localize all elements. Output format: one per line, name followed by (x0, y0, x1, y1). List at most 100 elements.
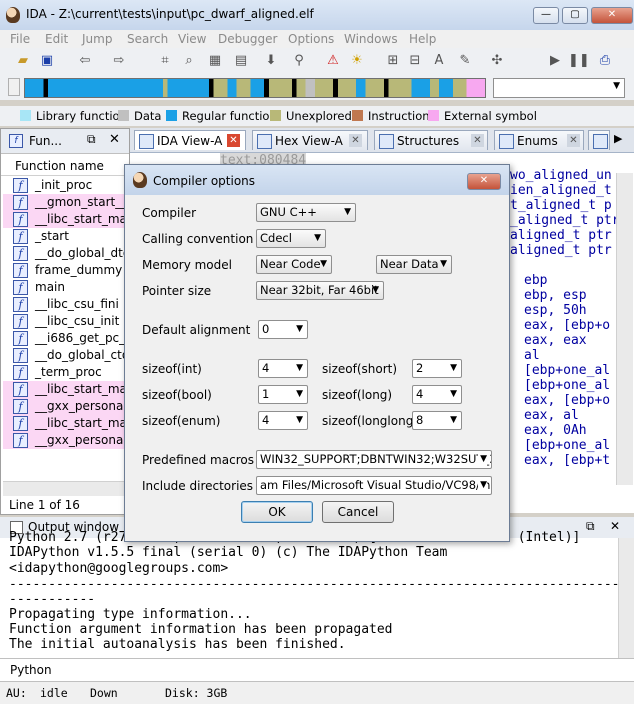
output-close-icon[interactable]: ✕ (610, 519, 620, 533)
function-row[interactable]: f _init_proc (3, 177, 127, 194)
down-arrow-icon[interactable]: ⬇ (262, 52, 280, 70)
default-alignment-select[interactable]: 0 ▼ (258, 320, 308, 339)
tab-more[interactable] (588, 130, 610, 150)
chevron-down-icon: ▼ (296, 389, 303, 399)
compiler-select[interactable]: GNU C++ ▼ (256, 203, 356, 222)
menu-debugger[interactable]: Debugger (218, 32, 277, 46)
menu-search[interactable]: Search (127, 32, 168, 46)
function-row[interactable]: f __gmon_start__ (3, 194, 127, 211)
function-row[interactable]: f__gxx_personality (3, 398, 129, 415)
menu-jump[interactable]: Jump (82, 32, 112, 46)
menu-help[interactable]: Help (409, 32, 436, 46)
function-row[interactable]: f __libc_start_main (3, 415, 129, 432)
plugin-icon[interactable]: ✣ (488, 52, 506, 70)
back-icon[interactable]: ⇦ (76, 52, 94, 70)
open-icon[interactable]: ▰ (14, 52, 32, 70)
panel-close-icon[interactable]: ✕ (109, 132, 120, 147)
tab-close-icon[interactable]: ✕ (227, 134, 240, 147)
chevron-down-icon: ▼ (296, 415, 303, 425)
status-bar: AU: idle Down Disk: 3GB (0, 681, 634, 704)
menu-edit[interactable]: Edit (45, 32, 68, 46)
debugger-icon[interactable]: ⎙ (596, 52, 614, 70)
status-au-label: AU: (6, 686, 27, 700)
structures-icon (379, 134, 394, 149)
tab-hex-view-a[interactable]: Hex View-A ✕ (252, 130, 368, 150)
save-icon[interactable]: ▣ (38, 52, 56, 70)
sizeof-longlong-label: sizeof(longlong) (322, 414, 418, 428)
pointer-size-select[interactable]: Near 32bit, Far 46bit ▼ (256, 281, 384, 300)
hex-icon[interactable]: ⊟ (406, 52, 424, 70)
sizeof-long-select[interactable]: 4 ▼ (412, 385, 462, 404)
function-row[interactable]: f __libc_start_main (3, 381, 129, 398)
sizeof-int-select[interactable]: 4 ▼ (258, 359, 308, 378)
navigation-band[interactable] (24, 78, 486, 98)
play-icon[interactable]: ▶ (546, 52, 564, 70)
cancel-button[interactable]: Cancel (322, 501, 394, 523)
function-row[interactable]: f__i686_get_pc_thunk (3, 330, 129, 347)
lightbulb-icon[interactable]: ☀ (348, 52, 366, 70)
tab-structures[interactable]: Structures ✕ (374, 130, 488, 150)
struct-icon[interactable]: ⊞ (384, 52, 402, 70)
tab-close-icon[interactable]: ✕ (567, 134, 580, 147)
pause-icon[interactable]: ❚❚ (568, 52, 590, 70)
tab-ida-view-a[interactable]: IDA View-A ✕ (134, 130, 246, 150)
text-search-icon[interactable]: ▤ (232, 52, 250, 70)
output-vscrollbar[interactable] (618, 538, 634, 658)
output-float-icon[interactable]: ⧉ (586, 519, 595, 534)
function-row[interactable]: f __libc_start_main (3, 211, 129, 228)
function-row[interactable]: f main (3, 279, 127, 296)
ok-button[interactable]: OK (241, 501, 313, 523)
function-row[interactable]: f __libc_csu_fini (3, 296, 127, 313)
menu-options[interactable]: Options (288, 32, 334, 46)
function-row[interactable]: f__gxx_personality (3, 432, 129, 449)
function-row[interactable]: f frame_dummy (3, 262, 127, 279)
legend-external-symbol: External symbol (444, 109, 537, 123)
maximize-button[interactable]: ▢ (562, 7, 588, 24)
sizeof-long-label: sizeof(long) (322, 388, 393, 402)
menu-view[interactable]: View (178, 32, 206, 46)
output-window-text[interactable]: Python 2.7 (r27:82525, Jul 4 2010, 09:01… (0, 530, 627, 658)
warning-icon[interactable]: ⚠ (324, 52, 342, 70)
forward-icon[interactable]: ⇨ (110, 52, 128, 70)
nav-left-arrow-icon[interactable] (8, 78, 20, 96)
search-icon[interactable]: ⌕ (180, 52, 198, 70)
title-bar: IDA - Z:\current\tests\input\pc_dwarf_al… (0, 0, 634, 31)
function-row[interactable]: f__do_global_dtors (3, 245, 129, 262)
graph-icon[interactable]: ⚲ (290, 52, 308, 70)
float-icon[interactable]: ⧉ (87, 132, 96, 147)
close-button[interactable]: ✕ (591, 7, 633, 24)
sizeof-short-select[interactable]: 2 ▼ (412, 359, 462, 378)
ida-view-vscrollbar[interactable] (616, 173, 633, 485)
function-row[interactable]: f__do_global_ctors (3, 347, 129, 364)
tab-enums[interactable]: Enums ✕ (494, 130, 584, 150)
script-icon[interactable]: ✎ (456, 52, 474, 70)
function-row[interactable]: f _term_proc (3, 364, 127, 381)
memory-data-select[interactable]: Near Data ▼ (376, 255, 452, 274)
function-row[interactable]: f _start (3, 228, 127, 245)
minimize-button[interactable]: — (533, 7, 559, 24)
tab-close-icon[interactable]: ✕ (471, 134, 484, 147)
python-command-row[interactable]: Python (0, 658, 634, 681)
memory-code-select[interactable]: Near Code ▼ (256, 255, 332, 274)
functions-tab-label[interactable]: Fun... (29, 134, 62, 148)
tab-scroll-right-icon[interactable]: ▶ (614, 132, 622, 145)
tab-close-icon[interactable]: ✕ (349, 134, 362, 147)
jump-icon[interactable]: ⌗ (156, 52, 174, 70)
enum-icon[interactable]: A (430, 52, 448, 70)
function-name-column-header[interactable]: Function name (1, 157, 129, 176)
predefined-macros-label: Predefined macros (142, 453, 254, 467)
sizeof-bool-select[interactable]: 1 ▼ (258, 385, 308, 404)
nav-dropdown[interactable]: ▼ (493, 78, 625, 98)
binary-search-icon[interactable]: ▦ (206, 52, 224, 70)
include-directories-input[interactable]: am Files/Microsoft Visual Studio/VC98/in… (256, 476, 492, 495)
ida-view-icon (139, 134, 154, 149)
menu-windows[interactable]: Windows (344, 32, 398, 46)
function-row[interactable]: f __libc_csu_init (3, 313, 127, 330)
dialog-close-button[interactable]: ✕ (467, 173, 501, 190)
menu-file[interactable]: File (10, 32, 30, 46)
sizeof-longlong-select[interactable]: 8 ▼ (412, 411, 462, 430)
predefined-macros-input[interactable]: WIN32_SUPPORT;DBNTWIN32;W32SUT_32; ▼ (256, 450, 492, 469)
sizeof-enum-select[interactable]: 4 ▼ (258, 411, 308, 430)
function-list-hscrollbar[interactable] (3, 481, 127, 496)
calling-convention-select[interactable]: Cdecl ▼ (256, 229, 326, 248)
